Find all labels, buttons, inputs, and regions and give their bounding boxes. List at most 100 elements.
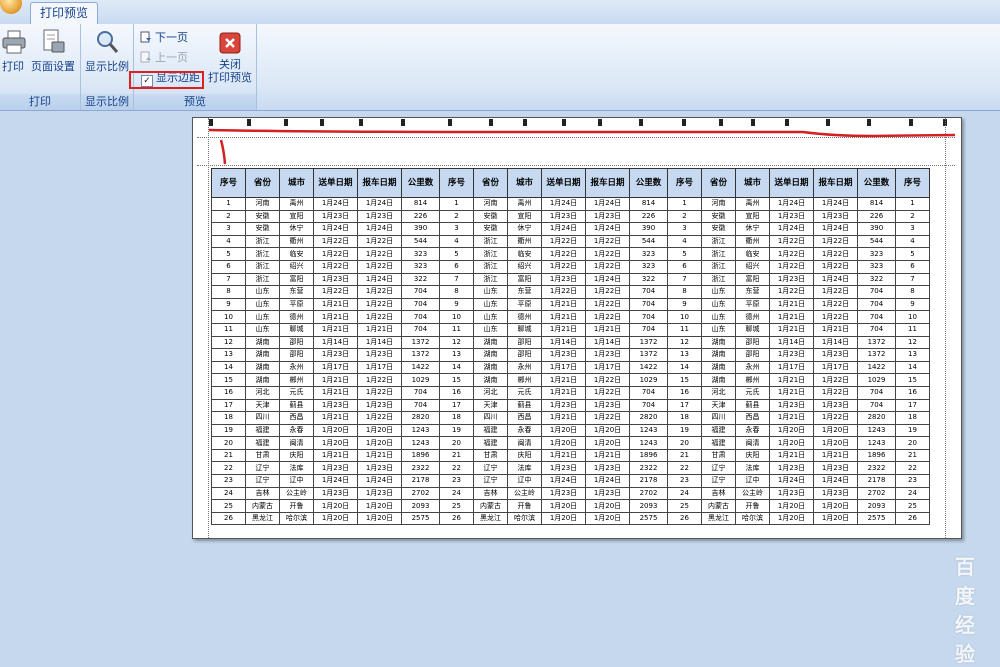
table-cell: 休宁 bbox=[735, 222, 770, 236]
print-button[interactable]: 打印 bbox=[0, 28, 26, 73]
left-margin-line[interactable] bbox=[208, 118, 209, 538]
table-cell: 544 bbox=[629, 234, 668, 249]
table-cell: 1372 bbox=[629, 348, 668, 362]
table-cell: 26 bbox=[439, 511, 474, 526]
column-header: 城市 bbox=[279, 168, 314, 198]
table-cell: 元氏 bbox=[279, 385, 314, 400]
table-cell: 704 bbox=[401, 385, 440, 400]
table-cell: 1月23日 bbox=[769, 209, 814, 224]
table-cell: 河北 bbox=[245, 385, 280, 400]
table-cell: 辽宁 bbox=[473, 474, 508, 488]
right-margin-line[interactable] bbox=[945, 118, 946, 538]
table-cell: 2820 bbox=[857, 411, 896, 425]
table-cell: 1月22日 bbox=[769, 285, 814, 299]
table-cell: 1243 bbox=[401, 436, 440, 450]
column-header: 送单日期 bbox=[541, 168, 586, 198]
table-cell: 322 bbox=[401, 272, 440, 287]
table-row: 5 浙江 临安 1月22日 1月22日 323 5 浙江 临安 1月22日 1月22日 323 5 浙江临… bbox=[211, 247, 930, 261]
table-cell: 1372 bbox=[857, 335, 896, 350]
table-cell: 平原 bbox=[735, 297, 770, 312]
column-header: 公里数 bbox=[857, 168, 896, 198]
table-cell: 19 bbox=[895, 423, 930, 438]
table-cell: 12 bbox=[439, 335, 474, 350]
table-cell: 1 bbox=[439, 197, 474, 211]
next-page-button[interactable]: 下一页 bbox=[140, 30, 188, 46]
close-preview-button[interactable]: 关闭 打印预览 bbox=[206, 28, 254, 84]
table-cell: 辽宁 bbox=[245, 474, 280, 488]
table-cell: 1月23日 bbox=[813, 398, 858, 413]
column-header: 报车日期 bbox=[357, 168, 402, 198]
printer-icon bbox=[0, 28, 28, 56]
table-cell: 1月24日 bbox=[813, 474, 858, 488]
table-cell: 永州 bbox=[735, 360, 770, 375]
table-cell: 1月21日 bbox=[541, 411, 586, 425]
table-cell: 1243 bbox=[401, 423, 440, 438]
table-cell: 1月14日 bbox=[769, 335, 814, 350]
group-preview: 下一页 上一页 ✓ 显示边距 关闭 打印预览 预览 bbox=[134, 24, 257, 110]
table-cell: 1月24日 bbox=[541, 474, 586, 488]
table-cell: 1月14日 bbox=[813, 335, 858, 350]
table-cell: 704 bbox=[401, 310, 440, 324]
group-zoom-title: 显示比例 bbox=[81, 94, 133, 110]
page-setup-label: 页面设置 bbox=[31, 60, 75, 73]
table-cell: 天津 bbox=[701, 398, 736, 413]
table-cell: 1月17日 bbox=[541, 360, 586, 375]
table-cell: 1月22日 bbox=[769, 234, 814, 249]
zoom-button[interactable]: 显示比例 bbox=[83, 28, 131, 73]
column-header: 序号 bbox=[211, 168, 246, 198]
column-header: 报车日期 bbox=[813, 168, 858, 198]
table-cell: 25 bbox=[211, 499, 246, 513]
table-row: 19 福建 永春 1月20日 1月20日 1243 19 福建 永春 1月20日 1月20日 1243… bbox=[211, 423, 930, 438]
table-cell: 邵阳 bbox=[735, 348, 770, 362]
table-cell: 1422 bbox=[857, 360, 896, 375]
table-cell: 1月23日 bbox=[357, 398, 402, 413]
table-row: 14 湖南 永州 1月17日 1月17日 1422 14 湖南 永州 1月17日 1月17日 1422… bbox=[211, 360, 930, 375]
table-cell: 1月22日 bbox=[357, 285, 402, 299]
table-cell: 浙江 bbox=[245, 272, 280, 287]
table-cell: 开鲁 bbox=[735, 499, 770, 513]
table-cell: 1月22日 bbox=[541, 285, 586, 299]
table-cell: 富阳 bbox=[735, 272, 770, 287]
table-cell: 1月21日 bbox=[541, 385, 586, 400]
table-cell: 河南 bbox=[473, 197, 508, 211]
table-cell: 1月22日 bbox=[585, 411, 630, 425]
table-cell: 福建 bbox=[701, 423, 736, 438]
table-cell: 开鲁 bbox=[507, 499, 542, 513]
table-cell: 1月24日 bbox=[585, 197, 630, 211]
table-cell: 7 bbox=[211, 272, 246, 287]
table-cell: 宣阳 bbox=[279, 209, 314, 224]
table-cell: 390 bbox=[401, 222, 440, 236]
prev-page-button[interactable]: 上一页 bbox=[140, 50, 188, 66]
table-cell: 湖南 bbox=[701, 360, 736, 375]
table-cell: 禹州 bbox=[735, 197, 770, 211]
table-cell: 1月24日 bbox=[585, 272, 630, 287]
page-setup-icon bbox=[39, 28, 67, 56]
office-button[interactable] bbox=[0, 0, 22, 14]
table-cell: 宣阳 bbox=[507, 209, 542, 224]
tab-print-preview[interactable]: 打印预览 bbox=[30, 2, 99, 24]
table-cell: 聊城 bbox=[735, 322, 770, 337]
column-header: 公里数 bbox=[629, 168, 668, 198]
table-cell: 聊城 bbox=[279, 322, 314, 337]
table-cell: 公主岭 bbox=[735, 486, 770, 501]
table-cell: 临安 bbox=[279, 247, 314, 261]
prev-page-icon bbox=[140, 51, 152, 63]
table-cell: 1月22日 bbox=[541, 259, 586, 274]
table-cell: 1月24日 bbox=[769, 197, 814, 211]
table-cell: 2 bbox=[667, 209, 702, 224]
table-cell: 浙江 bbox=[473, 247, 508, 261]
table-cell: 2322 bbox=[857, 461, 896, 476]
header-row: 序号 省份 城市 送单日期 报车日期 公里数 序号 省份 城市 送单日期 报车日期 公里数 序号 省份 城市… bbox=[211, 168, 930, 198]
column-header: 序号 bbox=[439, 168, 474, 198]
table-cell: 山东 bbox=[701, 297, 736, 312]
table-cell: 1月23日 bbox=[541, 398, 586, 413]
table-cell: 390 bbox=[629, 222, 668, 236]
page-setup-button[interactable]: 页面设置 bbox=[28, 28, 78, 73]
table-cell: 12 bbox=[667, 335, 702, 350]
table-cell: 3 bbox=[895, 222, 930, 236]
table-cell: 黑龙江 bbox=[245, 511, 280, 526]
table-cell: 1月24日 bbox=[357, 272, 402, 287]
table-row: 24 吉林 公主岭 1月23日 1月23日 2702 24 吉林 公主岭 1月23日 1月23日 27… bbox=[211, 486, 930, 501]
table-cell: 1月22日 bbox=[585, 310, 630, 324]
table-cell: 东营 bbox=[735, 285, 770, 299]
